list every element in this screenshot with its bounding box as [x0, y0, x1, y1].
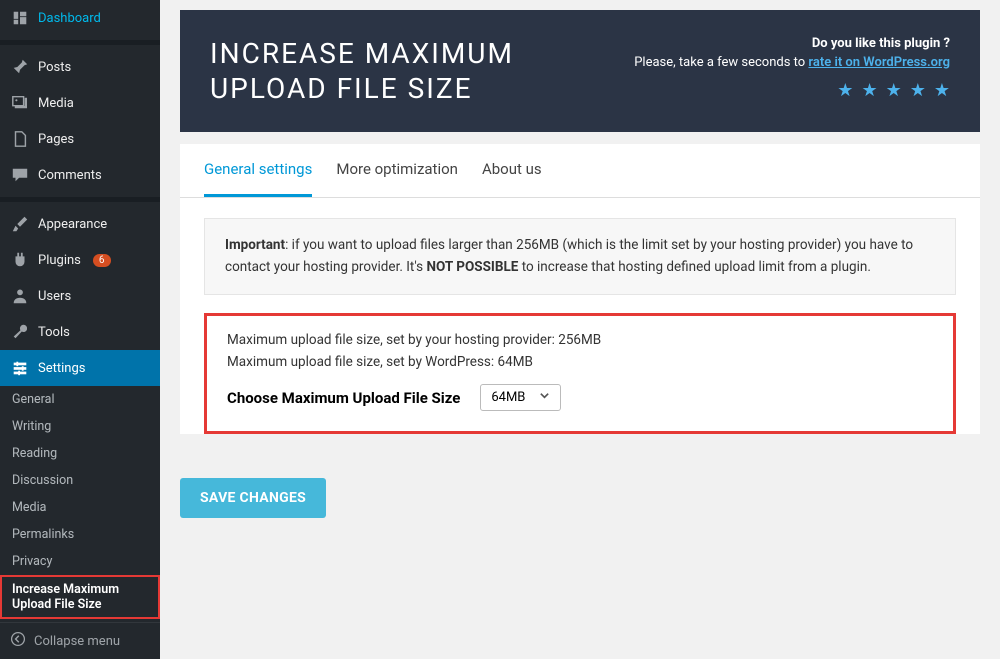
tab-general-settings[interactable]: General settings: [204, 144, 312, 197]
sidebar-sub-privacy[interactable]: Privacy: [0, 548, 160, 575]
page-icon: [10, 129, 30, 149]
sidebar-label: Posts: [38, 60, 71, 75]
sidebar-label: Settings: [38, 361, 85, 376]
rate-link[interactable]: rate it on WordPress.org: [808, 55, 950, 70]
star-icon[interactable]: ★: [861, 80, 877, 101]
notice-not-possible: NOT POSSIBLE: [426, 259, 518, 275]
host-limit-text: Maximum upload file size, set by your ho…: [227, 332, 933, 348]
plugin-header: INCREASE MAXIMUM UPLOAD FILE SIZE Do you…: [180, 10, 980, 132]
rating-prompt: Do you like this plugin ? Please, take a…: [634, 36, 950, 101]
star-icon[interactable]: ★: [886, 80, 902, 101]
star-icon[interactable]: ★: [910, 80, 926, 101]
plugin-icon: [10, 250, 30, 270]
sidebar-separator: [0, 197, 160, 202]
admin-sidebar: Dashboard Posts Media Pages Comments App…: [0, 0, 160, 659]
star-icon[interactable]: ★: [934, 80, 950, 101]
sidebar-sub-general[interactable]: General: [0, 386, 160, 413]
update-badge: 6: [93, 254, 111, 267]
sidebar-sub-media[interactable]: Media: [0, 494, 160, 521]
upload-size-settings: Maximum upload file size, set by your ho…: [204, 313, 956, 434]
sidebar-item-posts[interactable]: Posts: [0, 49, 160, 85]
sidebar-sub-increase-max-upload[interactable]: Increase Maximum Upload File Size: [0, 575, 160, 619]
important-notice: Important: if you want to upload files l…: [204, 218, 956, 295]
like-text: Do you like this plugin ?: [634, 36, 950, 51]
sidebar-item-users[interactable]: Users: [0, 278, 160, 314]
main-content: INCREASE MAXIMUM UPLOAD FILE SIZE Do you…: [160, 0, 1000, 659]
media-icon: [10, 93, 30, 113]
star-rating[interactable]: ★ ★ ★ ★ ★: [634, 80, 950, 101]
settings-panel: General settings More optimization About…: [180, 144, 980, 434]
wp-limit-text: Maximum upload file size, set by WordPre…: [227, 354, 933, 370]
settings-icon: [10, 358, 30, 378]
tab-more-optimization[interactable]: More optimization: [336, 144, 458, 197]
rate-prefix: Please, take a few seconds to: [634, 55, 808, 70]
brush-icon: [10, 214, 30, 234]
tabs: General settings More optimization About…: [180, 144, 980, 198]
sidebar-label: Plugins: [38, 253, 81, 268]
sidebar-item-tools[interactable]: Tools: [0, 314, 160, 350]
star-icon[interactable]: ★: [837, 80, 853, 101]
sidebar-item-comments[interactable]: Comments: [0, 157, 160, 193]
sidebar-item-plugins[interactable]: Plugins 6: [0, 242, 160, 278]
sidebar-sub-reading[interactable]: Reading: [0, 440, 160, 467]
sidebar-item-media[interactable]: Media: [0, 85, 160, 121]
save-changes-button[interactable]: SAVE CHANGES: [180, 478, 326, 518]
user-icon: [10, 286, 30, 306]
collapse-label: Collapse menu: [34, 634, 120, 649]
selected-value: 64MB: [491, 390, 525, 405]
sidebar-label: Media: [38, 96, 74, 111]
page-title: INCREASE MAXIMUM UPLOAD FILE SIZE: [210, 36, 514, 106]
sidebar-label: Pages: [38, 132, 74, 147]
chevron-down-icon: [539, 390, 550, 405]
collapse-icon: [10, 631, 26, 651]
pin-icon: [10, 57, 30, 77]
collapse-menu[interactable]: Collapse menu: [0, 622, 160, 659]
sidebar-label: Users: [38, 289, 71, 304]
sidebar-item-dashboard[interactable]: Dashboard: [0, 0, 160, 36]
sidebar-sub-writing[interactable]: Writing: [0, 413, 160, 440]
sidebar-item-pages[interactable]: Pages: [0, 121, 160, 157]
sidebar-label: Appearance: [38, 217, 107, 232]
notice-text2: to increase that hosting defined upload …: [518, 259, 871, 275]
comment-icon: [10, 165, 30, 185]
sidebar-sub-permalinks[interactable]: Permalinks: [0, 521, 160, 548]
sidebar-label: Comments: [38, 168, 102, 183]
tab-about-us[interactable]: About us: [482, 144, 542, 197]
sidebar-item-settings[interactable]: Settings: [0, 350, 160, 386]
size-select[interactable]: 64MB: [480, 384, 561, 411]
notice-important: Important: [225, 237, 285, 253]
sidebar-label: Tools: [38, 325, 70, 340]
choose-label: Choose Maximum Upload File Size: [227, 389, 460, 407]
sidebar-item-appearance[interactable]: Appearance: [0, 206, 160, 242]
sidebar-separator: [0, 40, 160, 45]
size-chooser: Choose Maximum Upload File Size 64MB: [227, 384, 933, 411]
sidebar-sub-discussion[interactable]: Discussion: [0, 467, 160, 494]
dashboard-icon: [10, 8, 30, 28]
tools-icon: [10, 322, 30, 342]
sidebar-label: Dashboard: [38, 11, 101, 26]
